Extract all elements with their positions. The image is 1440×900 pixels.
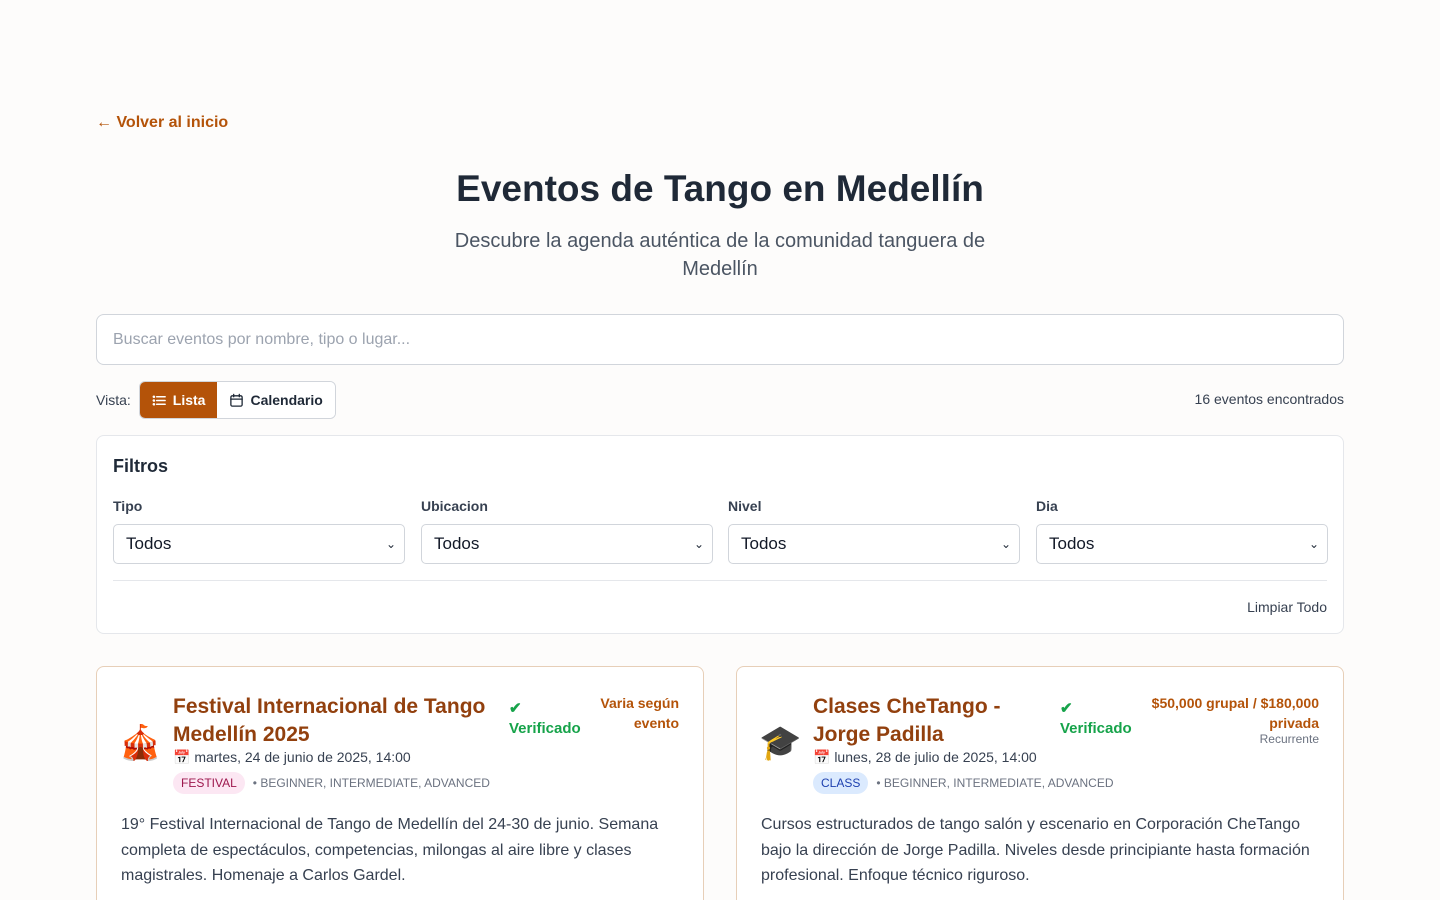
filters-divider xyxy=(113,580,1327,581)
event-description: 19° Festival Internacional de Tango de M… xyxy=(121,816,659,884)
filter-level-select[interactable]: Todos ⌄ xyxy=(728,524,1020,564)
filter-location-select[interactable]: Todos ⌄ xyxy=(421,524,713,564)
event-date: 📅 martes, 24 de junio de 2025, 14:00 xyxy=(173,749,411,765)
view-label: Vista: xyxy=(96,392,131,408)
page-subtitle: Descubre la agenda auténtica de la comun… xyxy=(454,230,986,280)
event-date: 📅 lunes, 28 de julio de 2025, 14:00 xyxy=(813,749,1037,765)
page-title: Eventos de Tango en Medellín xyxy=(456,168,984,209)
filters-panel: Filtros Tipo Todos ⌄ Ubicacion Todos ⌄ N… xyxy=(96,435,1344,634)
type-badge: FESTIVAL xyxy=(173,772,245,794)
filter-type-select[interactable]: Todos ⌄ xyxy=(113,524,405,564)
view-switcher: Vista: Lista Calendario xyxy=(96,381,336,419)
back-link[interactable]: ← Volver al inicio xyxy=(96,114,228,132)
level-list: • BEGINNER, INTERMEDIATE, ADVANCED xyxy=(876,776,1114,790)
view-toggle: Lista Calendario xyxy=(138,381,336,419)
filter-location-label: Ubicacion xyxy=(421,498,488,514)
filter-level-label: Nivel xyxy=(728,498,762,514)
event-title[interactable]: Clases CheTango - Jorge Padilla xyxy=(813,693,1043,749)
type-badge: CLASS xyxy=(813,772,869,794)
list-icon xyxy=(152,394,166,406)
recurrent-label: Recurrente xyxy=(1259,732,1319,746)
graduation-cap-icon: 🎓 xyxy=(759,724,802,762)
filter-day-value: Todos xyxy=(1049,534,1095,553)
chevron-down-icon: ⌄ xyxy=(693,537,704,551)
filters-title: Filtros xyxy=(113,456,169,476)
clear-all-button[interactable]: Limpiar Todo xyxy=(1247,599,1327,615)
results-count: 16 eventos encontrados xyxy=(1194,391,1344,407)
event-title[interactable]: Festival Internacional de Tango Medellín… xyxy=(173,693,493,749)
event-price: $50,000 grupal / $180,000 privada xyxy=(1151,695,1319,731)
calendar-icon xyxy=(230,393,244,407)
filter-day-label: Dia xyxy=(1036,498,1058,514)
chevron-down-icon: ⌄ xyxy=(1308,537,1319,551)
event-card[interactable]: 🎪 Festival Internacional de Tango Medell… xyxy=(96,666,704,900)
verified-badge: ✔ Verificado xyxy=(509,700,581,737)
verified-badge: ✔ Verificado xyxy=(1060,700,1132,737)
calendar-view-label: Calendario xyxy=(250,392,323,408)
chevron-down-icon: ⌄ xyxy=(1000,537,1011,551)
filter-type: Tipo Todos ⌄ xyxy=(113,498,405,564)
calendar-view-button[interactable]: Calendario xyxy=(217,382,335,418)
filter-level: Nivel Todos ⌄ xyxy=(728,498,1020,564)
filter-location-value: Todos xyxy=(434,534,480,553)
list-view-button[interactable]: Lista xyxy=(139,382,218,418)
circus-tent-icon: 🎪 xyxy=(119,724,162,762)
level-list: • BEGINNER, INTERMEDIATE, ADVANCED xyxy=(252,776,490,790)
filter-location: Ubicacion Todos ⌄ xyxy=(421,498,713,564)
event-description: Cursos estructurados de tango salón y es… xyxy=(761,816,1310,884)
filter-day-select[interactable]: Todos ⌄ xyxy=(1036,524,1328,564)
filter-type-label: Tipo xyxy=(113,498,143,514)
filter-level-value: Todos xyxy=(741,534,787,553)
event-price: Varia según evento xyxy=(600,695,679,731)
event-card[interactable]: 🎓 Clases CheTango - Jorge Padilla ✔ Veri… xyxy=(736,666,1344,900)
chevron-down-icon: ⌄ xyxy=(385,537,396,551)
list-view-label: Lista xyxy=(172,392,206,408)
event-badges: CLASS • BEGINNER, INTERMEDIATE, ADVANCED xyxy=(813,772,1113,794)
filter-day: Dia Todos ⌄ xyxy=(1036,498,1328,564)
filter-type-value: Todos xyxy=(126,534,172,553)
event-badges: FESTIVAL • BEGINNER, INTERMEDIATE, ADVAN… xyxy=(173,772,490,794)
search-input[interactable] xyxy=(96,314,1344,365)
